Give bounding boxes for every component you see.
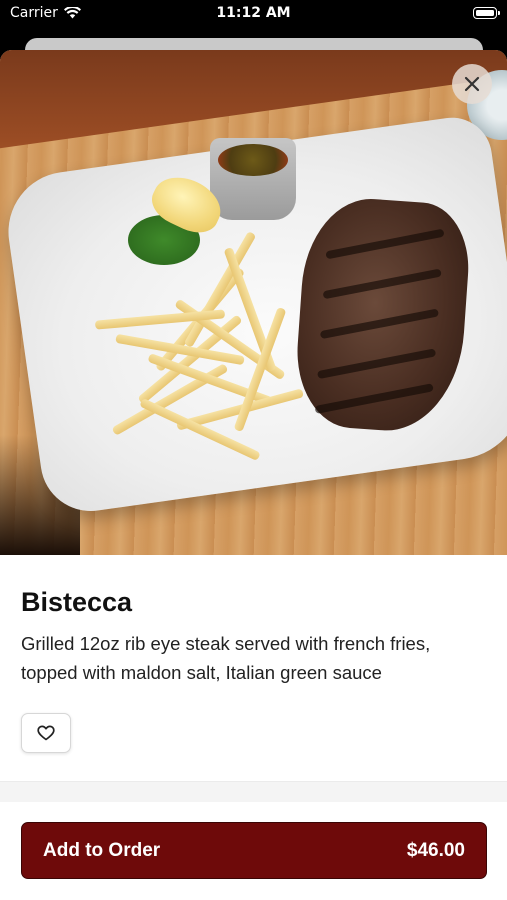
steak-grill-mark bbox=[314, 383, 434, 414]
steak-grill-mark bbox=[325, 228, 445, 260]
heart-icon bbox=[37, 725, 55, 741]
photo-fries bbox=[94, 230, 315, 462]
favorite-button[interactable] bbox=[21, 713, 71, 753]
status-time: 11:12 AM bbox=[216, 5, 291, 21]
order-price: $46.00 bbox=[406, 839, 465, 861]
add-to-order-label: Add to Order bbox=[43, 839, 161, 861]
section-divider bbox=[0, 781, 507, 803]
item-detail-sheet: Bistecca Grilled 12oz rib eye steak serv… bbox=[0, 50, 507, 900]
add-to-order-button[interactable]: Add to Order $46.00 bbox=[21, 822, 487, 879]
item-photo bbox=[0, 50, 507, 555]
item-description: Grilled 12oz rib eye steak served with f… bbox=[21, 633, 431, 683]
screen: Carrier 11:12 AM Bistecca Grilled 12oz r… bbox=[0, 0, 507, 900]
battery-icon bbox=[473, 7, 500, 19]
item-details: Bistecca Grilled 12oz rib eye steak serv… bbox=[0, 555, 507, 781]
status-bar: Carrier 11:12 AM bbox=[0, 0, 507, 28]
order-footer: Add to Order $46.00 bbox=[0, 802, 507, 900]
photo-green-sauce bbox=[218, 144, 288, 176]
close-button[interactable] bbox=[452, 64, 492, 104]
item-title: Bistecca bbox=[21, 587, 133, 617]
photo-sauce-ramekin bbox=[210, 138, 296, 220]
close-icon bbox=[464, 76, 480, 92]
steak-grill-mark bbox=[316, 348, 437, 380]
steak-grill-mark bbox=[319, 308, 440, 340]
steak-grill-mark bbox=[322, 268, 442, 300]
